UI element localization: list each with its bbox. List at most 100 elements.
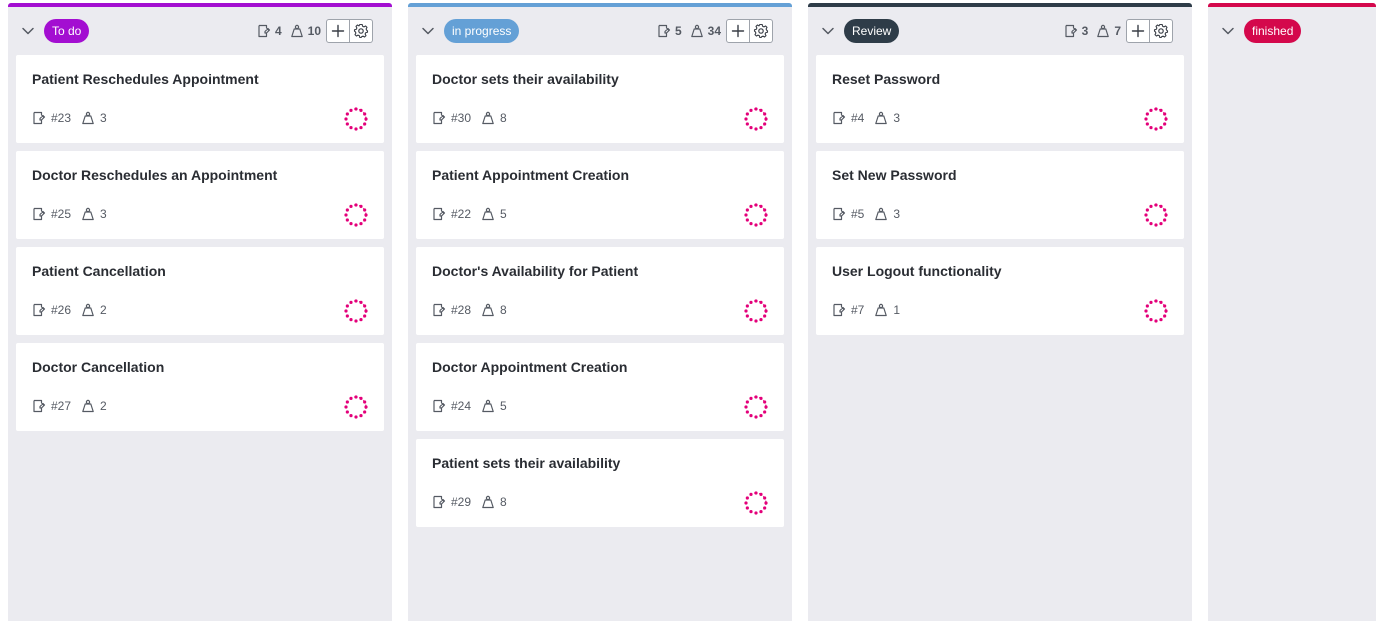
plus-icon (731, 24, 745, 38)
avatar-placeholder-icon[interactable] (344, 395, 368, 419)
add-card-button[interactable] (326, 19, 350, 43)
plus-icon (331, 24, 345, 38)
issue-points: 8 (500, 111, 507, 125)
gear-icon (753, 23, 769, 39)
issue-title[interactable]: Doctor's Availability for Patient (432, 263, 638, 279)
issue-card[interactable]: Reset Password #4 3 (816, 55, 1184, 143)
chevron-down-icon[interactable] (820, 23, 836, 39)
issue-card[interactable]: User Logout functionality #7 1 (816, 247, 1184, 335)
issue-title[interactable]: Doctor Appointment Creation (432, 359, 627, 375)
column-points-total: 7 (1114, 24, 1121, 38)
column-color-bar (1208, 3, 1376, 7)
column-header: Review 3 7 (808, 17, 1192, 45)
issue-meta: #22 5 (432, 206, 507, 222)
issue-title[interactable]: User Logout functionality (832, 263, 1002, 279)
column-color-bar (408, 3, 792, 7)
avatar-placeholder-icon[interactable] (344, 203, 368, 227)
avatar-placeholder-icon[interactable] (744, 203, 768, 227)
issue-title[interactable]: Patient Appointment Creation (432, 167, 629, 183)
issue-title[interactable]: Set New Password (832, 167, 957, 183)
issue-meta: #27 2 (32, 398, 107, 414)
chevron-down-icon[interactable] (1220, 23, 1236, 39)
issue-number: #29 (451, 495, 472, 509)
avatar-placeholder-icon[interactable] (744, 107, 768, 131)
weight-icon (81, 303, 95, 317)
issue-note-icon (832, 303, 846, 317)
column-header: in progress 5 34 (408, 17, 792, 45)
weight-icon (81, 207, 95, 221)
issue-number: #30 (451, 111, 472, 125)
issue-title[interactable]: Doctor Reschedules an Appointment (32, 167, 277, 183)
weight-icon (874, 207, 888, 221)
issue-note-icon (257, 24, 271, 38)
issue-meta: #29 8 (432, 494, 507, 510)
issue-card[interactable]: Doctor Reschedules an Appointment #25 3 (16, 151, 384, 239)
column-settings-button[interactable] (350, 19, 373, 43)
weight-icon (1096, 24, 1110, 38)
chevron-down-icon[interactable] (420, 23, 436, 39)
issue-number: #27 (51, 399, 72, 413)
avatar-placeholder-icon[interactable] (744, 491, 768, 515)
issue-points: 5 (500, 399, 507, 413)
column-settings-button[interactable] (1150, 19, 1173, 43)
column-stats: 37 (1064, 21, 1125, 41)
column-actions (726, 19, 773, 43)
avatar-placeholder-icon[interactable] (744, 395, 768, 419)
avatar-placeholder-icon[interactable] (1144, 299, 1168, 323)
issue-note-icon (657, 24, 671, 38)
add-card-button[interactable] (726, 19, 750, 43)
column-review: Review 3 7 Reset Password #4 3 Set New Passwor… (808, 3, 1192, 621)
weight-icon (874, 111, 888, 125)
issue-meta: #28 8 (432, 302, 507, 318)
issue-title[interactable]: Doctor Cancellation (32, 359, 164, 375)
avatar-placeholder-icon[interactable] (1144, 203, 1168, 227)
issue-card[interactable]: Patient Reschedules Appointment #23 3 (16, 55, 384, 143)
column-stats: 4 10 (257, 21, 325, 41)
issue-card[interactable]: Doctor Appointment Creation #24 5 (416, 343, 784, 431)
issue-title[interactable]: Patient Reschedules Appointment (32, 71, 259, 87)
avatar-placeholder-icon[interactable] (344, 107, 368, 131)
gear-icon (353, 23, 369, 39)
issue-card[interactable]: Doctor Cancellation #27 2 (16, 343, 384, 431)
weight-icon (81, 399, 95, 413)
issue-points: 2 (100, 303, 107, 317)
issue-card[interactable]: Patient Cancellation #26 2 (16, 247, 384, 335)
issue-note-icon (32, 207, 46, 221)
column-color-bar (8, 3, 392, 7)
issue-title[interactable]: Doctor sets their availability (432, 71, 619, 87)
avatar-placeholder-icon[interactable] (344, 299, 368, 323)
issue-title[interactable]: Reset Password (832, 71, 940, 87)
issue-card[interactable]: Patient Appointment Creation #22 5 (416, 151, 784, 239)
issue-card[interactable]: Doctor sets their availability #30 8 (416, 55, 784, 143)
issue-number: #24 (451, 399, 472, 413)
avatar-placeholder-icon[interactable] (1144, 107, 1168, 131)
column-actions (326, 19, 373, 43)
column-in-progress: in progress 5 34 Doctor sets their availabi… (408, 3, 792, 621)
issue-title[interactable]: Patient Cancellation (32, 263, 166, 279)
column-points-total: 34 (707, 24, 721, 38)
issue-card[interactable]: Set New Password #5 3 (816, 151, 1184, 239)
chevron-down-icon[interactable] (20, 23, 36, 39)
issue-points: 3 (893, 207, 901, 221)
column-title-badge[interactable]: To do (44, 19, 90, 43)
column-settings-button[interactable] (750, 19, 773, 43)
column-item-count: 4 (274, 24, 282, 38)
issue-note-icon (32, 111, 46, 125)
issue-points: 3 (100, 207, 107, 221)
issue-note-icon (432, 111, 446, 125)
issue-points: 3 (893, 111, 901, 125)
issue-card[interactable]: Patient sets their availability #29 8 (416, 439, 784, 527)
avatar-placeholder-icon[interactable] (744, 299, 768, 323)
column-item-count: 3 (1081, 24, 1089, 38)
column-title-badge[interactable]: Review (844, 19, 900, 43)
issue-card[interactable]: Doctor's Availability for Patient #28 8 (416, 247, 784, 335)
column-title-badge[interactable]: in progress (444, 19, 520, 43)
issue-meta: #4 3 (832, 110, 900, 126)
issue-meta: #30 8 (432, 110, 507, 126)
column-item-count: 5 (674, 24, 682, 38)
column-finished: finished (1208, 3, 1376, 621)
issue-number: #5 (851, 207, 865, 221)
column-title-badge[interactable]: finished (1244, 19, 1302, 43)
issue-title[interactable]: Patient sets their availability (432, 455, 620, 471)
add-card-button[interactable] (1126, 19, 1150, 43)
